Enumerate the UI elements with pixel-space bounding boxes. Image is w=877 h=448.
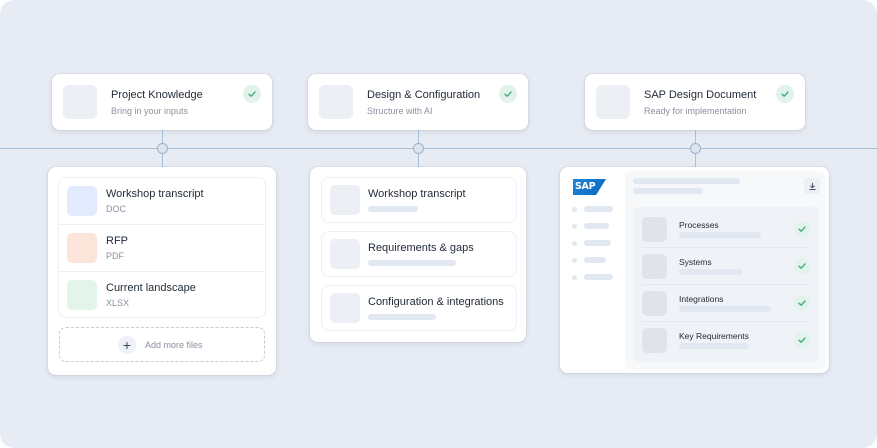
outline-dot (572, 207, 577, 212)
file-item[interactable]: Current landscape XLSX (59, 272, 265, 318)
download-icon (808, 182, 816, 190)
file-type: DOC (106, 204, 126, 214)
section-thumbnail (642, 291, 667, 316)
outline-dot (572, 241, 577, 246)
add-files-label: Add more files (145, 340, 203, 350)
section-name: Integrations (679, 294, 724, 304)
step-thumbnail (319, 85, 353, 119)
placeholder-bar (679, 269, 743, 275)
step-title: Project Knowledge (111, 89, 203, 101)
file-icon (67, 280, 97, 310)
check-icon (794, 295, 810, 311)
step-thumbnail (596, 85, 630, 119)
section-name: Configuration & integrations (368, 296, 504, 308)
section-name: Requirements & gaps (368, 242, 474, 254)
step-card-design-configuration[interactable]: Design & Configuration Structure with AI (308, 74, 528, 130)
step-subtitle: Ready for implementation (644, 106, 747, 116)
outline-bar (584, 274, 613, 280)
sap-logo: SAP (573, 179, 606, 195)
document-section-item[interactable]: Integrations (633, 285, 819, 322)
file-icon (67, 233, 97, 263)
file-type: XLSX (106, 298, 130, 308)
workflow-canvas: Project Knowledge Bring in your inputs D… (0, 0, 877, 448)
placeholder-bar (368, 314, 436, 320)
section-thumbnail (642, 217, 667, 242)
section-thumbnail (642, 254, 667, 279)
document-sections-list: Processes Systems Integrations Key Requi… (633, 207, 819, 362)
outline-bar (584, 223, 609, 229)
file-item[interactable]: RFP PDF (59, 225, 265, 271)
check-icon (776, 85, 794, 103)
check-icon (794, 332, 810, 348)
placeholder-bar (679, 343, 749, 349)
section-name: Key Requirements (679, 331, 749, 341)
check-icon (243, 85, 261, 103)
outline-dot (572, 224, 577, 229)
design-section-item[interactable]: Configuration & integrations (322, 286, 516, 330)
check-icon (794, 221, 810, 237)
section-thumbnail (330, 293, 360, 323)
outline-dot (572, 258, 577, 263)
file-name: Workshop transcript (106, 188, 204, 200)
document-section-item[interactable]: Processes (633, 211, 819, 248)
file-type: PDF (106, 251, 124, 261)
section-thumbnail (642, 328, 667, 353)
file-name: RFP (106, 235, 128, 247)
plus-icon: + (118, 336, 136, 354)
placeholder-bar (679, 232, 761, 238)
files-panel: Workshop transcript DOC RFP PDF Current … (48, 167, 276, 375)
section-thumbnail (330, 239, 360, 269)
design-sections-panel: Workshop transcript Requirements & gaps … (310, 167, 526, 342)
step-subtitle: Structure with AI (367, 106, 433, 116)
outline-bar (584, 206, 613, 212)
file-item[interactable]: Workshop transcript DOC (59, 178, 265, 224)
add-files-button[interactable]: + Add more files (59, 327, 265, 362)
connector-node (413, 143, 424, 154)
document-section-item[interactable]: Systems (633, 248, 819, 285)
step-card-sap-design-document[interactable]: SAP Design Document Ready for implementa… (585, 74, 805, 130)
outline-bar (584, 240, 611, 246)
connector-node (690, 143, 701, 154)
placeholder-bar (368, 206, 418, 212)
connector-node (157, 143, 168, 154)
design-section-item[interactable]: Requirements & gaps (322, 232, 516, 276)
step-title: SAP Design Document (644, 89, 757, 101)
placeholder-bar (679, 306, 771, 312)
check-icon (499, 85, 517, 103)
download-button[interactable] (804, 178, 820, 194)
step-thumbnail (63, 85, 97, 119)
document-section-item[interactable]: Key Requirements (633, 322, 819, 359)
step-title: Design & Configuration (367, 89, 481, 101)
placeholder-bar (368, 260, 456, 266)
file-name: Current landscape (106, 282, 196, 294)
step-card-project-knowledge[interactable]: Project Knowledge Bring in your inputs (52, 74, 272, 130)
step-subtitle: Bring in your inputs (111, 106, 189, 116)
section-name: Systems (679, 257, 712, 267)
sap-document-panel: SAP Processes Systems Integrations Key R… (560, 167, 829, 373)
section-name: Workshop transcript (368, 188, 466, 200)
section-thumbnail (330, 185, 360, 215)
connector-line (0, 148, 877, 149)
outline-dot (572, 275, 577, 280)
document-preview: Processes Systems Integrations Key Requi… (625, 171, 825, 369)
check-icon (794, 258, 810, 274)
design-section-item[interactable]: Workshop transcript (322, 178, 516, 222)
outline-bar (584, 257, 606, 263)
file-icon (67, 186, 97, 216)
section-name: Processes (679, 220, 719, 230)
file-list: Workshop transcript DOC RFP PDF Current … (59, 178, 265, 317)
placeholder-bar (633, 188, 703, 194)
placeholder-bar (633, 178, 740, 184)
